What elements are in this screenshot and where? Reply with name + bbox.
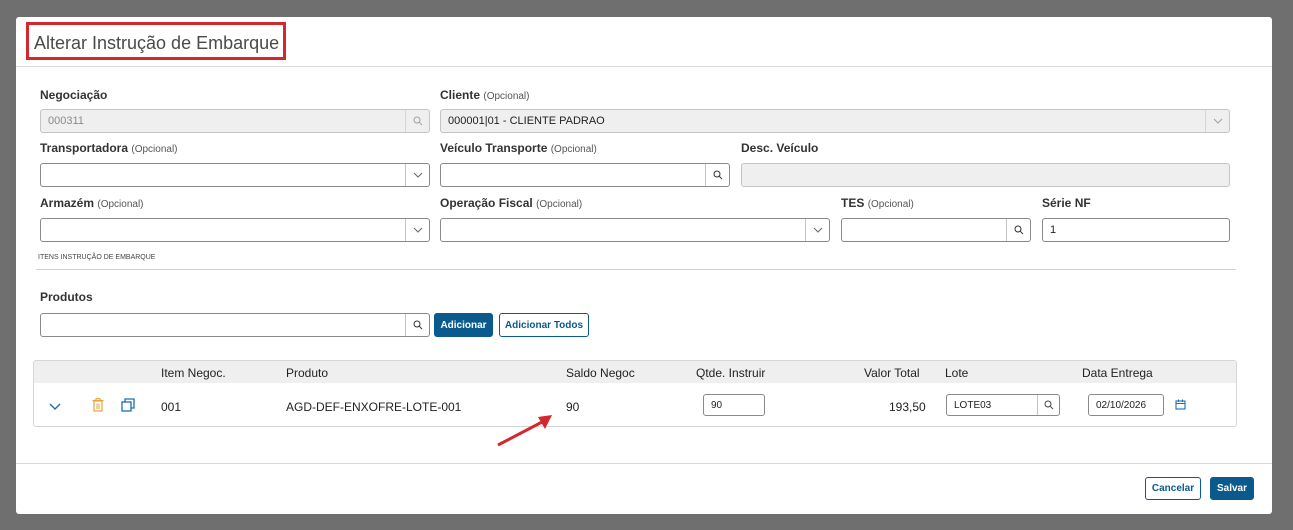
col-qtde-instruir: Qtde. Instruir (696, 366, 766, 380)
items-table: Item Negoc. Produto Saldo Negoc Qtde. In… (33, 360, 1237, 427)
transportadora-label: Transportadora (Opcional) (40, 141, 178, 155)
cell-saldo-negoc: 90 (566, 400, 580, 414)
serie-nf-value: 1 (1050, 224, 1057, 236)
desc-veiculo-label: Desc. Veículo (741, 141, 819, 155)
cliente-label: Cliente (Opcional) (440, 88, 530, 102)
negociacao-label: Negociação (40, 88, 108, 102)
operacao-fiscal-select[interactable] (440, 218, 830, 242)
operacao-fiscal-label: Operação Fiscal (Opcional) (440, 196, 583, 210)
chevron-down-icon (405, 219, 429, 241)
chevron-down-icon (805, 219, 829, 241)
serie-nf-label: Série NF (1042, 196, 1091, 210)
modal-title: Alterar Instrução de Embarque (34, 33, 280, 53)
serie-nf-input[interactable]: 1 (1042, 218, 1230, 242)
cliente-value: 000001|01 - CLIENTE PADRAO (448, 115, 605, 127)
footer-divider (16, 463, 1272, 464)
search-icon[interactable] (1006, 219, 1030, 241)
lote-input[interactable]: LOTE03 (946, 394, 1060, 416)
chevron-down-icon (405, 164, 429, 186)
produtos-label: Produtos (40, 290, 93, 304)
save-button[interactable]: Salvar (1210, 477, 1254, 500)
col-item-negoc: Item Negoc. (161, 366, 226, 380)
negociacao-field: 000311 (40, 109, 430, 133)
col-lote: Lote (945, 366, 969, 380)
armazem-select[interactable] (40, 218, 430, 242)
chevron-down-icon (1205, 110, 1229, 132)
col-valor-total: Valor Total (864, 366, 920, 380)
desc-veiculo-field (741, 163, 1230, 187)
cell-produto: AGD-DEF-ENXOFRE-LOTE-001 (286, 400, 462, 414)
items-section-label: ITENS INSTRUÇÃO DE EMBARQUE (38, 254, 156, 261)
qtde-instruir-input[interactable]: 90 (703, 394, 765, 416)
calendar-icon[interactable] (1174, 398, 1186, 410)
tes-input[interactable] (841, 218, 1031, 242)
negociacao-value: 000311 (48, 115, 84, 127)
table-header: Item Negoc. Produto Saldo Negoc Qtde. In… (34, 361, 1236, 383)
veiculo-label: Veículo Transporte (Opcional) (440, 141, 597, 155)
armazem-label: Armazém (Opcional) (40, 196, 144, 210)
cliente-select[interactable]: 000001|01 - CLIENTE PADRAO (440, 109, 1230, 133)
col-saldo-negoc: Saldo Negoc (566, 366, 635, 380)
modal-header: Alterar Instrução de Embarque (16, 17, 1272, 67)
add-button[interactable]: Adicionar (434, 313, 493, 337)
chevron-down-icon[interactable] (48, 399, 62, 413)
search-icon[interactable] (1037, 395, 1059, 415)
cancel-button[interactable]: Cancelar (1145, 477, 1201, 500)
annotation-arrow (497, 415, 552, 447)
col-produto: Produto (286, 366, 329, 380)
produtos-search-input[interactable] (40, 313, 430, 337)
data-entrega-input[interactable]: 02/10/2026 (1088, 394, 1164, 416)
copy-icon[interactable] (120, 397, 136, 413)
transportadora-select[interactable] (40, 163, 430, 187)
cell-valor-total: 193,50 (889, 400, 926, 414)
data-entrega-value: 02/10/2026 (1096, 399, 1147, 411)
trash-icon[interactable] (91, 397, 105, 413)
section-divider (36, 269, 1236, 270)
qtde-instruir-value: 90 (711, 399, 723, 411)
col-data-entrega: Data Entrega (1082, 366, 1153, 380)
search-icon[interactable] (705, 164, 729, 186)
add-all-button[interactable]: Adicionar Todos (499, 313, 589, 337)
edit-shipping-instruction-modal: Alterar Instrução de Embarque Negociação… (16, 17, 1272, 514)
search-icon (405, 110, 429, 132)
search-icon[interactable] (405, 314, 429, 336)
tes-label: TES (Opcional) (841, 196, 914, 210)
cell-item-negoc: 001 (161, 400, 182, 414)
lote-value: LOTE03 (954, 399, 992, 411)
veiculo-input[interactable] (440, 163, 730, 187)
